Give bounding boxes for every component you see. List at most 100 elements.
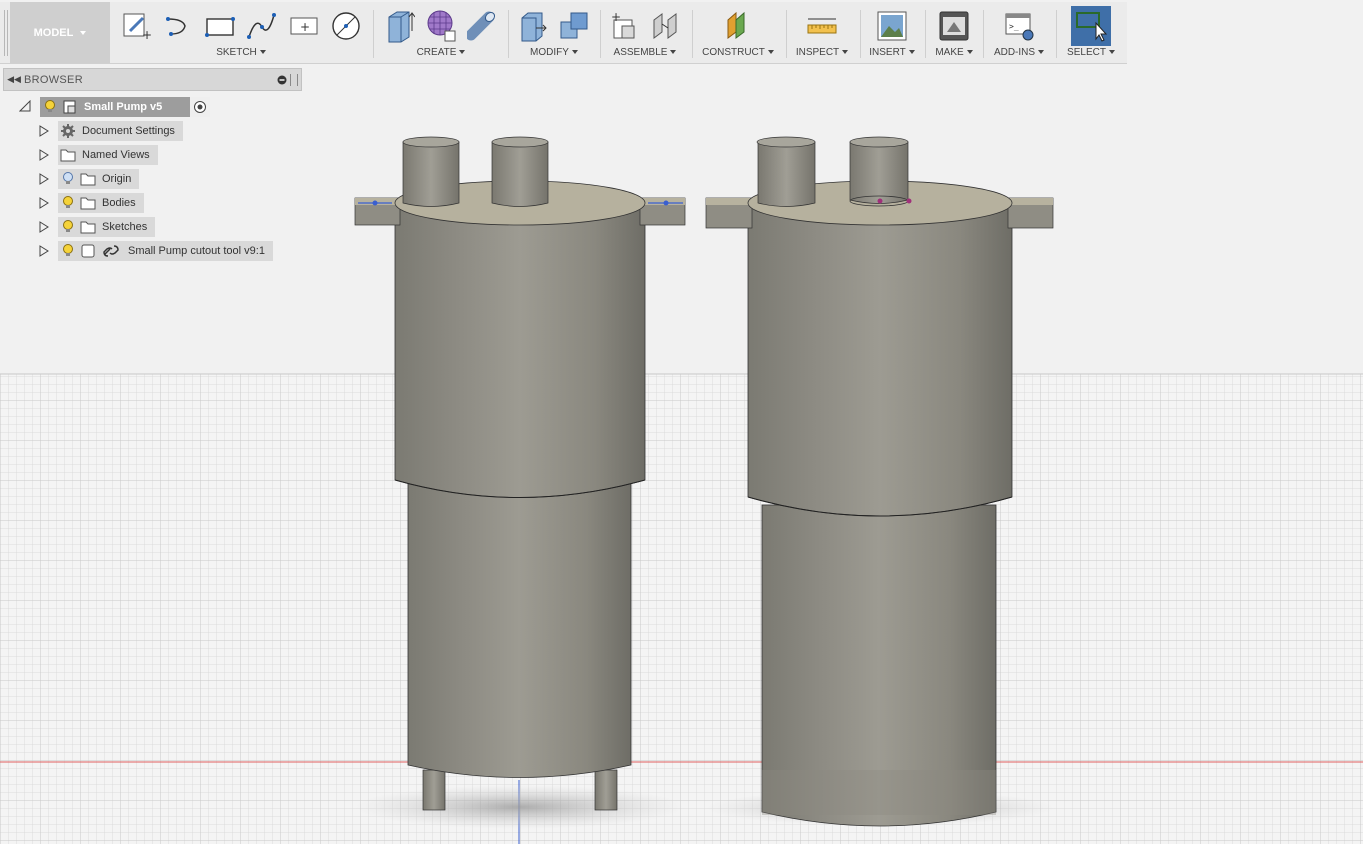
activate-radio-icon[interactable]	[190, 97, 210, 117]
measure-icon[interactable]	[804, 8, 840, 44]
tree-item-label: Bodies	[102, 197, 136, 209]
tree-item-label: Origin	[102, 173, 132, 185]
workspace-label: MODEL	[33, 26, 74, 39]
tree-item-document-settings[interactable]: Document Settings	[58, 121, 183, 141]
document-component-icon	[60, 97, 80, 117]
new-component-icon[interactable]: +	[606, 8, 642, 44]
extrude-icon[interactable]	[381, 8, 417, 44]
make-menu[interactable]: MAKE	[928, 47, 980, 58]
collapse-root-icon[interactable]	[18, 99, 31, 112]
3d-viewport[interactable]	[0, 0, 1363, 844]
tree-item-named-views[interactable]: Named Views	[58, 145, 158, 165]
folder-icon	[78, 169, 98, 189]
svg-text:+: +	[142, 28, 151, 41]
expand-arrow-icon[interactable]	[38, 245, 50, 257]
expand-arrow-icon[interactable]	[38, 149, 50, 161]
tree-item-sketches[interactable]: Sketches	[58, 217, 156, 237]
construct-group: CONSTRUCT	[694, 2, 782, 63]
toolbar-divider	[508, 10, 509, 58]
folder-icon	[78, 217, 98, 237]
assemble-group: + ASSEMBLE	[602, 2, 688, 63]
chevron-down-icon	[259, 50, 266, 55]
tree-item-bodies[interactable]: Bodies	[58, 193, 144, 213]
minimize-panel-icon[interactable]	[274, 75, 290, 85]
svg-text:+: +	[611, 10, 621, 24]
browser-title: BROWSER	[24, 73, 83, 86]
offset-plane-icon[interactable]	[720, 8, 756, 44]
chevron-down-icon	[80, 30, 87, 35]
construct-menu[interactable]: CONSTRUCT	[694, 47, 782, 58]
toolbar-divider	[983, 10, 984, 58]
lightbulb-off-icon[interactable]	[58, 169, 78, 189]
component-icon	[78, 241, 98, 261]
collapse-panel-icon[interactable]: ◀◀	[4, 74, 24, 85]
combine-icon[interactable]	[557, 8, 593, 44]
chevron-down-icon	[966, 50, 973, 55]
folder-icon	[58, 145, 78, 165]
toolbar-divider	[692, 10, 693, 58]
chevron-down-icon	[767, 50, 774, 55]
tree-item-label: Sketches	[102, 221, 148, 233]
circle-tool-icon[interactable]	[328, 8, 364, 44]
expand-arrow-icon[interactable]	[38, 125, 50, 137]
form-icon[interactable]	[423, 8, 459, 44]
inspect-menu[interactable]: INSPECT	[788, 47, 856, 58]
spline-tool-icon[interactable]	[244, 8, 280, 44]
line-tool-icon[interactable]	[160, 8, 196, 44]
sketch-menu[interactable]: SKETCH	[112, 47, 370, 58]
toolbar-divider	[860, 10, 861, 58]
press-pull-icon[interactable]	[515, 8, 551, 44]
toolbar-divider	[925, 10, 926, 58]
expand-arrow-icon[interactable]	[38, 173, 50, 185]
select-menu[interactable]: SELECT	[1058, 47, 1124, 58]
rectangle-tool-icon[interactable]	[202, 8, 238, 44]
svg-text:>_: >_	[1009, 22, 1019, 31]
workspace-switcher[interactable]: MODEL	[10, 2, 110, 63]
tree-item-origin[interactable]: Origin	[58, 169, 140, 189]
lightbulb-on-icon[interactable]	[58, 241, 78, 261]
lightbulb-on-icon[interactable]	[40, 97, 60, 117]
modify-group: MODIFY	[512, 2, 596, 63]
toolbar-divider	[786, 10, 787, 58]
create-menu[interactable]: CREATE	[376, 47, 506, 58]
sketch-group: + + SKETCH	[112, 2, 370, 63]
chevron-down-icon	[908, 50, 915, 55]
select-group: SELECT	[1058, 2, 1124, 63]
chevron-down-icon	[459, 50, 466, 55]
lightbulb-on-icon[interactable]	[58, 217, 78, 237]
pipe-icon[interactable]	[465, 8, 501, 44]
folder-icon	[78, 193, 98, 213]
tree-root-label: Small Pump v5	[84, 101, 163, 113]
joint-icon[interactable]	[648, 8, 684, 44]
select-tool-icon[interactable]	[1071, 6, 1111, 46]
scripts-addins-icon[interactable]: >_	[1001, 8, 1037, 44]
tree-item-label: Named Views	[82, 149, 150, 161]
inspect-group: INSPECT	[788, 2, 856, 63]
tree-root-node[interactable]: Small Pump v5	[40, 97, 210, 117]
chevron-down-icon	[842, 50, 849, 55]
addins-menu[interactable]: ADD-INS	[986, 47, 1052, 58]
insert-menu[interactable]: INSERT	[862, 47, 922, 58]
browser-header: ◀◀ BROWSER	[3, 68, 302, 91]
chevron-down-icon	[1038, 50, 1045, 55]
make-group: MAKE	[928, 2, 980, 63]
toolbar-grip[interactable]	[3, 10, 10, 56]
3d-print-icon[interactable]	[936, 8, 972, 44]
modify-menu[interactable]: MODIFY	[512, 47, 596, 58]
expand-arrow-icon[interactable]	[38, 197, 50, 209]
assemble-menu[interactable]: ASSEMBLE	[602, 47, 688, 58]
point-tool-icon[interactable]: +	[286, 8, 322, 44]
lightbulb-on-icon[interactable]	[58, 193, 78, 213]
panel-resize-grip[interactable]	[290, 73, 298, 86]
tree-item-label: Small Pump cutout tool v9:1	[128, 245, 265, 257]
create-sketch-icon[interactable]: +	[118, 8, 154, 44]
tree-item-label: Document Settings	[82, 125, 175, 137]
insert-image-icon[interactable]	[874, 8, 910, 44]
gear-icon	[58, 121, 78, 141]
viewport-canvas[interactable]	[0, 0, 1363, 844]
chevron-down-icon	[1108, 50, 1115, 55]
svg-text:+: +	[300, 20, 310, 34]
tree-item-cutout-tool[interactable]: Small Pump cutout tool v9:1	[58, 241, 273, 261]
expand-arrow-icon[interactable]	[38, 221, 50, 233]
chevron-down-icon	[670, 50, 677, 55]
